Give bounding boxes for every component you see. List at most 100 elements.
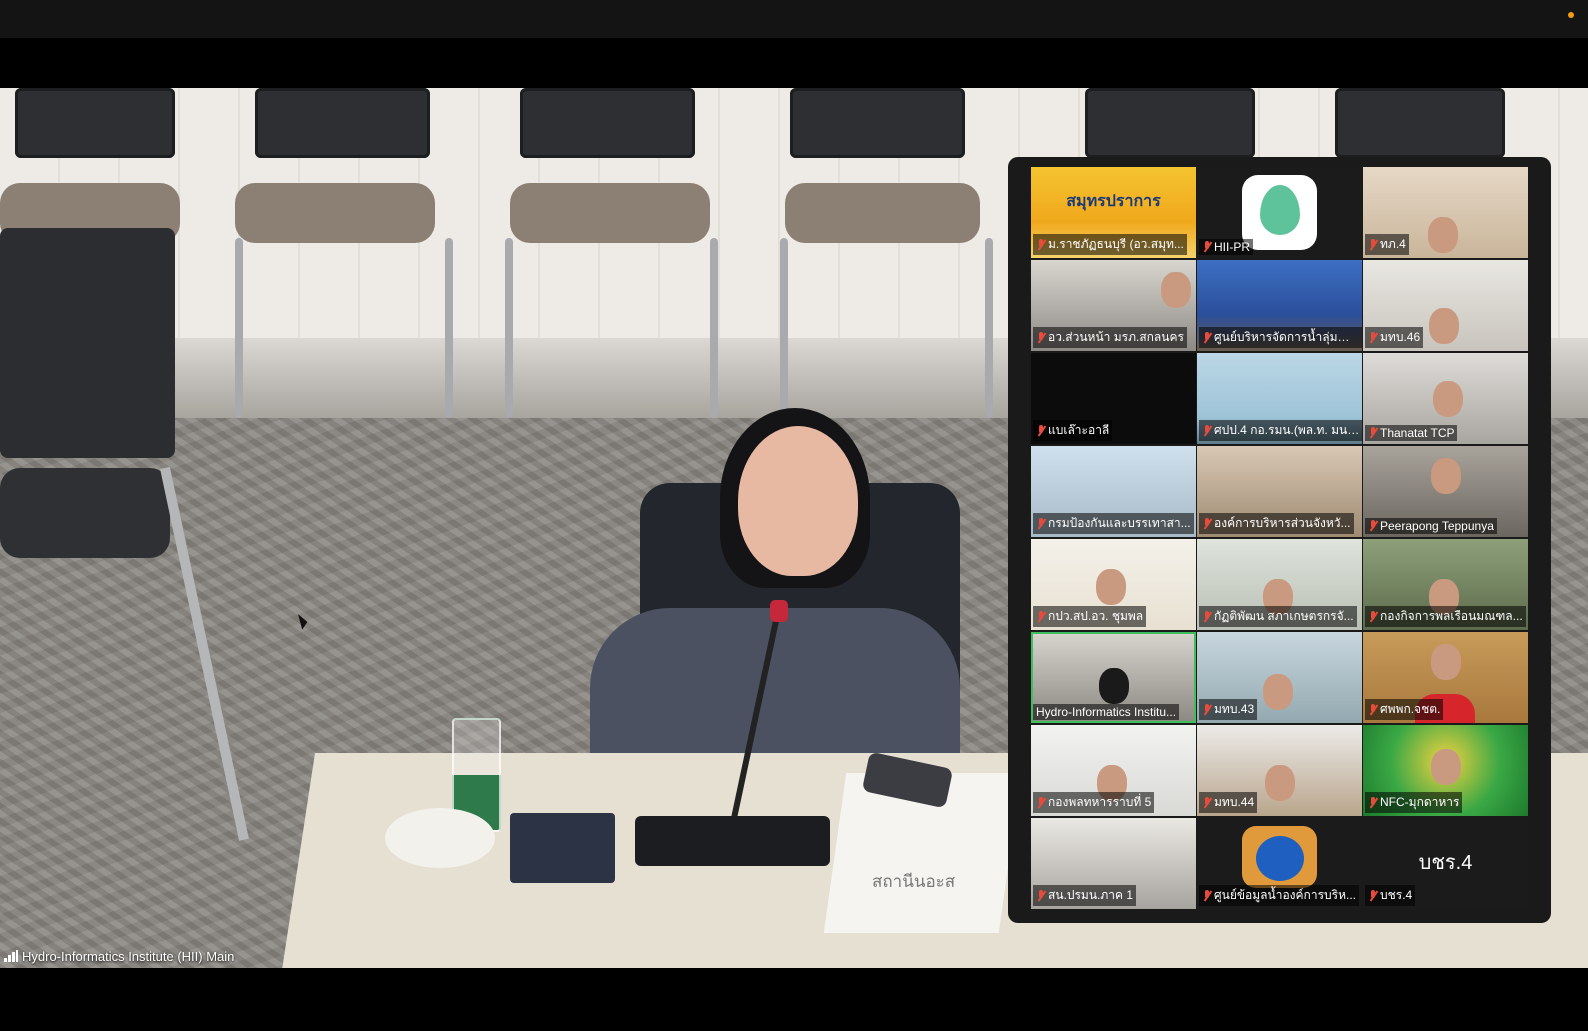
participant-name-label: ศูนย์บริหารจัดการน้ำลุ่มน้ำ... xyxy=(1199,327,1362,348)
mic-muted-icon xyxy=(1202,517,1212,530)
chair-leg xyxy=(780,238,788,418)
participant-tile[interactable]: กองกิจการพลเรือนมณฑล... xyxy=(1363,539,1528,630)
mic-muted-icon xyxy=(1036,796,1046,809)
mic-muted-icon xyxy=(1368,703,1378,716)
recording-indicator-icon xyxy=(1568,12,1574,18)
background-chair xyxy=(520,88,695,158)
background-chair xyxy=(255,88,430,158)
participant-tile[interactable]: มทบ.44 xyxy=(1197,725,1362,816)
participant-tile[interactable]: ศพพก.จชต. xyxy=(1363,632,1528,723)
participant-name-label: กองกิจการพลเรือนมณฑล... xyxy=(1365,606,1526,627)
participant-tile[interactable]: องค์การบริหารส่วนจังหวั... xyxy=(1197,446,1362,537)
participant-name-label: ศปป.4 กอ.รมน.(พล.ท. มนตรี) xyxy=(1199,420,1362,441)
mic-muted-icon xyxy=(1368,796,1378,809)
chair-leg xyxy=(445,238,453,418)
participant-name-label: มทบ.46 xyxy=(1365,327,1424,348)
mic-muted-icon xyxy=(1202,703,1212,716)
background-chair-seat xyxy=(510,183,710,243)
participant-name-label: สน.ปรมน.ภาค 1 xyxy=(1033,885,1137,906)
participant-tile[interactable]: ศูนย์บริหารจัดการน้ำลุ่มน้ำ... xyxy=(1197,260,1362,351)
participant-face xyxy=(1431,644,1461,680)
participant-name-label: องค์การบริหารส่วนจังหวั... xyxy=(1199,513,1354,534)
participant-gallery-panel[interactable]: สมุทรปราการ ม.ราชภัฏธนบุรี (อว.สมุท... H… xyxy=(1008,157,1551,923)
speaker-face xyxy=(738,426,858,576)
participant-initials: บชร.4 xyxy=(1418,852,1473,874)
mic-muted-icon xyxy=(1368,331,1378,344)
participant-grid: สมุทรปราการ ม.ราชภัฏธนบุรี (อว.สมุท... H… xyxy=(1031,167,1529,909)
participant-name-label: กรมป้องกันและบรรเทาสา... xyxy=(1033,513,1194,534)
mic-muted-icon xyxy=(1202,610,1212,623)
card-tray xyxy=(510,813,615,883)
participant-tile[interactable]: กรมป้องกันและบรรเทาสา... xyxy=(1031,446,1196,537)
participant-tile[interactable]: NFC-มุกดาหาร xyxy=(1363,725,1528,816)
background-chair xyxy=(15,88,175,158)
main-video-name-label: Hydro-Informatics Institute (HII) Main xyxy=(4,946,234,966)
chair-leg xyxy=(710,238,718,418)
participant-tile-active-speaker[interactable]: Hydro-Informatics Institu... xyxy=(1031,632,1196,723)
participant-face xyxy=(1265,765,1295,801)
participant-tile[interactable]: บชร.4 บชร.4 xyxy=(1363,818,1528,909)
participant-name-label: Thanatat TCP xyxy=(1365,425,1458,441)
participant-name-label: กปว.สป.อว. ชุมพล xyxy=(1033,606,1147,627)
mic-muted-icon xyxy=(1036,331,1046,344)
participant-name-label: Hydro-Informatics Institu... xyxy=(1033,704,1180,720)
participant-tile[interactable]: HII-PR xyxy=(1197,167,1362,258)
background-chair-seat xyxy=(785,183,980,243)
participant-tile[interactable]: มทบ.43 xyxy=(1197,632,1362,723)
mic-muted-icon xyxy=(1202,424,1212,437)
participant-face xyxy=(1431,749,1461,785)
participant-name-label: ม.ราชภัฏธนบุรี (อว.สมุท... xyxy=(1033,234,1187,255)
mic-muted-icon xyxy=(1036,424,1046,437)
background-chair xyxy=(790,88,965,158)
participant-tile[interactable]: กัฏติพัฒน สภาเกษตรกรจั... xyxy=(1197,539,1362,630)
signal-strength-icon xyxy=(4,950,18,962)
mic-muted-icon xyxy=(1036,610,1046,623)
participant-tile[interactable]: กองพลทหารราบที่ 5 xyxy=(1031,725,1196,816)
participant-face xyxy=(1096,569,1126,605)
participant-tile[interactable]: มทบ.46 xyxy=(1363,260,1528,351)
participant-face xyxy=(1428,217,1458,253)
participant-name-label: ทภ.4 xyxy=(1365,234,1409,255)
participant-name-label: อว.ส่วนหน้า มรภ.สกลนคร xyxy=(1033,327,1187,348)
top-bar xyxy=(0,0,1588,38)
helmet-avatar-icon xyxy=(1242,826,1317,888)
chair-leg xyxy=(985,238,993,418)
mic-muted-icon xyxy=(1368,427,1378,439)
participant-name-label: NFC-มุกดาหาร xyxy=(1365,792,1463,813)
participant-tile[interactable]: แบเล๊าะอาลี xyxy=(1031,353,1196,444)
participant-tile[interactable]: อว.ส่วนหน้า มรภ.สกลนคร xyxy=(1031,260,1196,351)
participant-name-label: มทบ.43 xyxy=(1199,699,1258,720)
participant-face xyxy=(1161,272,1191,308)
chair-leg xyxy=(235,238,243,418)
hii-mascot-logo-icon xyxy=(1242,175,1317,250)
mic-muted-icon xyxy=(1202,796,1212,809)
mic-muted-icon xyxy=(1036,889,1046,902)
participant-tile[interactable]: กปว.สป.อว. ชุมพล xyxy=(1031,539,1196,630)
participant-tile[interactable]: Thanatat TCP xyxy=(1363,353,1528,444)
participant-face xyxy=(1433,381,1463,417)
participant-name-label: ศพพก.จชต. xyxy=(1365,699,1444,720)
participant-face xyxy=(1263,674,1293,710)
participant-name-label: ศูนย์ข้อมูลน้ำองค์การบริห... xyxy=(1199,885,1359,906)
mic-muted-icon xyxy=(1202,331,1212,344)
mic-muted-icon xyxy=(1368,238,1378,251)
participant-tile[interactable]: ศูนย์ข้อมูลน้ำองค์การบริห... xyxy=(1197,818,1362,909)
participant-name-label: บชร.4 xyxy=(1365,885,1416,906)
microphone-icon xyxy=(770,600,788,622)
participant-tile[interactable]: ทภ.4 xyxy=(1363,167,1528,258)
participant-name-label: มทบ.44 xyxy=(1199,792,1258,813)
participant-tile[interactable]: ศปป.4 กอ.รมน.(พล.ท. มนตรี) xyxy=(1197,353,1362,444)
mic-muted-icon xyxy=(1036,238,1046,251)
background-chair xyxy=(1085,88,1255,158)
participant-tile[interactable]: Peerapong Teppunya xyxy=(1363,446,1528,537)
participant-tile[interactable]: สน.ปรมน.ภาค 1 xyxy=(1031,818,1196,909)
participant-name-label: Peerapong Teppunya xyxy=(1365,518,1497,534)
table-sign-text: สถานีนอะส xyxy=(872,872,956,892)
mic-muted-icon xyxy=(1036,517,1046,530)
main-speaker-name: Hydro-Informatics Institute (HII) Main xyxy=(22,948,235,964)
background-chair-seat xyxy=(235,183,435,243)
tile-banner-text: สมุทรปราการ xyxy=(1066,193,1161,210)
participant-tile[interactable]: สมุทรปราการ ม.ราชภัฏธนบุรี (อว.สมุท... xyxy=(1031,167,1196,258)
participant-face xyxy=(1429,308,1459,344)
microphone-base xyxy=(635,816,830,866)
